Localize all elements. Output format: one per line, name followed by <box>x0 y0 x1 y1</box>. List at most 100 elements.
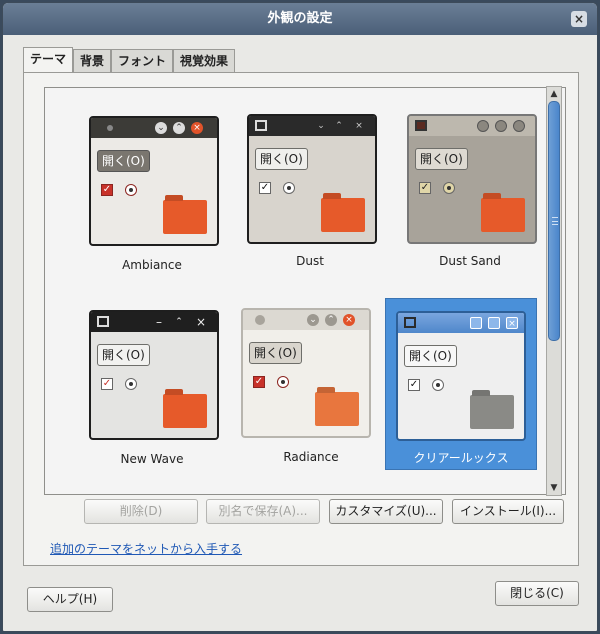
open-button: 開く(O) <box>97 344 150 366</box>
theme-name: New Wave <box>120 452 184 466</box>
theme-scrollbar[interactable]: ▲ ▼ <box>546 86 562 496</box>
theme-item-radiance[interactable]: ⌄ ⌃ × 開く(O) ✓ Radiance <box>241 308 391 480</box>
appearance-dialog: 外観の設定 × テーマ 背景 フォント 視覚効果 ⌄ ⌃ × 開く(O) ✓ A… <box>2 2 598 632</box>
preview-body: 開く(O) ✓ <box>398 333 524 439</box>
window-title: 外観の設定 <box>267 11 333 26</box>
help-button[interactable]: ヘルプ(H) <box>27 587 113 612</box>
preview-body: 開く(O) ✓ <box>91 138 217 244</box>
tab-visual-effects[interactable]: 視覚効果 <box>173 49 236 73</box>
maximize-icon: ⌃ <box>173 122 185 134</box>
open-button: 開く(O) <box>255 148 308 170</box>
checkbox-icon: ✓ <box>419 182 431 194</box>
window-icon <box>97 316 109 327</box>
minimize-icon: ⌄ <box>317 121 325 131</box>
checkbox-icon: ✓ <box>101 184 113 196</box>
minimize-icon: ⌄ <box>155 122 167 134</box>
scroll-up-icon[interactable]: ▲ <box>547 87 561 101</box>
window-icon <box>415 120 427 131</box>
maximize-icon: ⌃ <box>335 121 343 131</box>
close-icon: × <box>195 315 207 329</box>
folder-icon <box>163 200 207 234</box>
theme-name: Dust Sand <box>439 254 501 268</box>
open-button: 開く(O) <box>249 342 302 364</box>
preview-body: 開く(O) ✓ <box>243 330 369 436</box>
checkbox-icon: ✓ <box>253 376 265 388</box>
preview-titlebar: ⌄ ⌃ × <box>91 118 217 138</box>
theme-preview: 開く(O) ✓ <box>407 114 537 244</box>
radio-icon <box>443 182 455 194</box>
preview-titlebar <box>409 116 535 136</box>
scroll-down-icon[interactable]: ▼ <box>547 481 561 495</box>
open-button: 開く(O) <box>415 148 468 170</box>
minimize-icon <box>477 120 489 132</box>
close-button[interactable]: 閉じる(C) <box>495 581 579 606</box>
theme-item-new-wave[interactable]: – ⌃ × 開く(O) ✓ New Wave <box>77 310 227 482</box>
tab-bar: テーマ 背景 フォント 視覚効果 <box>23 47 236 73</box>
open-button: 開く(O) <box>404 345 457 367</box>
install-button[interactable]: インストール(I)... <box>452 499 564 524</box>
grip-icon <box>552 217 558 225</box>
theme-preview: – ⌃ × 開く(O) ✓ <box>89 310 219 440</box>
close-icon <box>513 120 525 132</box>
folder-icon <box>315 392 359 426</box>
theme-preview: ⌄ ⌃ × 開く(O) ✓ <box>247 114 377 244</box>
checkbox-icon: ✓ <box>259 182 271 194</box>
checkbox-icon: ✓ <box>408 379 420 391</box>
close-icon: × <box>506 317 518 329</box>
theme-panel: ⌄ ⌃ × 開く(O) ✓ Ambiance ⌄ ⌃ × 開く(O) ✓ Dus… <box>23 72 579 566</box>
close-icon[interactable]: × <box>571 11 587 27</box>
preview-titlebar: – ⌃ × <box>91 312 217 332</box>
minimize-icon <box>470 317 482 329</box>
theme-item-dust[interactable]: ⌄ ⌃ × 開く(O) ✓ Dust <box>235 114 385 286</box>
theme-preview: ⌄ ⌃ × 開く(O) ✓ <box>241 308 371 438</box>
radio-icon <box>432 379 444 391</box>
preview-titlebar: ⌄ ⌃ × <box>249 116 375 136</box>
minimize-icon: – <box>156 315 162 329</box>
title-bar: 外観の設定 × <box>3 3 597 35</box>
window-dot-icon <box>107 125 113 131</box>
tab-fonts[interactable]: フォント <box>111 49 174 73</box>
preview-titlebar: × <box>398 313 524 333</box>
theme-name: クリアールックス <box>413 451 509 465</box>
theme-preview: × 開く(O) ✓ <box>396 311 526 441</box>
theme-icon-view[interactable]: ⌄ ⌃ × 開く(O) ✓ Ambiance ⌄ ⌃ × 開く(O) ✓ Dus… <box>44 87 566 495</box>
get-more-themes-link[interactable]: 追加のテーマをネットから入手する <box>50 540 242 557</box>
preview-body: 開く(O) ✓ <box>409 136 535 242</box>
delete-button[interactable]: 削除(D) <box>84 499 198 524</box>
preview-body: 開く(O) ✓ <box>91 332 217 438</box>
minimize-icon: ⌄ <box>307 314 319 326</box>
theme-preview: ⌄ ⌃ × 開く(O) ✓ <box>89 116 219 246</box>
close-icon: × <box>191 122 203 134</box>
tab-background[interactable]: 背景 <box>73 49 112 73</box>
radio-icon <box>125 184 137 196</box>
theme-item-dust-sand[interactable]: 開く(O) ✓ Dust Sand <box>395 114 545 286</box>
window-icon <box>404 317 416 328</box>
tab-theme[interactable]: テーマ <box>23 47 74 73</box>
maximize-icon: ⌃ <box>175 317 183 327</box>
theme-item-clearlooks[interactable]: × 開く(O) ✓ クリアールックス <box>385 298 537 470</box>
save-as-button[interactable]: 別名で保存(A)... <box>206 499 320 524</box>
theme-item-ambiance[interactable]: ⌄ ⌃ × 開く(O) ✓ Ambiance <box>77 116 227 288</box>
maximize-icon <box>488 317 500 329</box>
customize-button[interactable]: カスタマイズ(U)... <box>329 499 443 524</box>
open-button: 開く(O) <box>97 150 150 172</box>
theme-name: Dust <box>296 254 324 268</box>
preview-titlebar: ⌄ ⌃ × <box>243 310 369 330</box>
maximize-icon <box>495 120 507 132</box>
radio-icon <box>125 378 137 390</box>
radio-icon <box>277 376 289 388</box>
window-icon <box>255 120 267 131</box>
theme-name: Radiance <box>283 450 339 464</box>
folder-icon <box>163 394 207 428</box>
radio-icon <box>283 182 295 194</box>
close-icon: × <box>343 314 355 326</box>
theme-name: Ambiance <box>122 258 182 272</box>
checkbox-icon: ✓ <box>101 378 113 390</box>
close-icon: × <box>355 121 363 131</box>
folder-icon <box>481 198 525 232</box>
scroll-thumb[interactable] <box>548 101 560 341</box>
maximize-icon: ⌃ <box>325 314 337 326</box>
preview-body: 開く(O) ✓ <box>249 136 375 242</box>
folder-icon <box>321 198 365 232</box>
folder-icon <box>470 395 514 429</box>
